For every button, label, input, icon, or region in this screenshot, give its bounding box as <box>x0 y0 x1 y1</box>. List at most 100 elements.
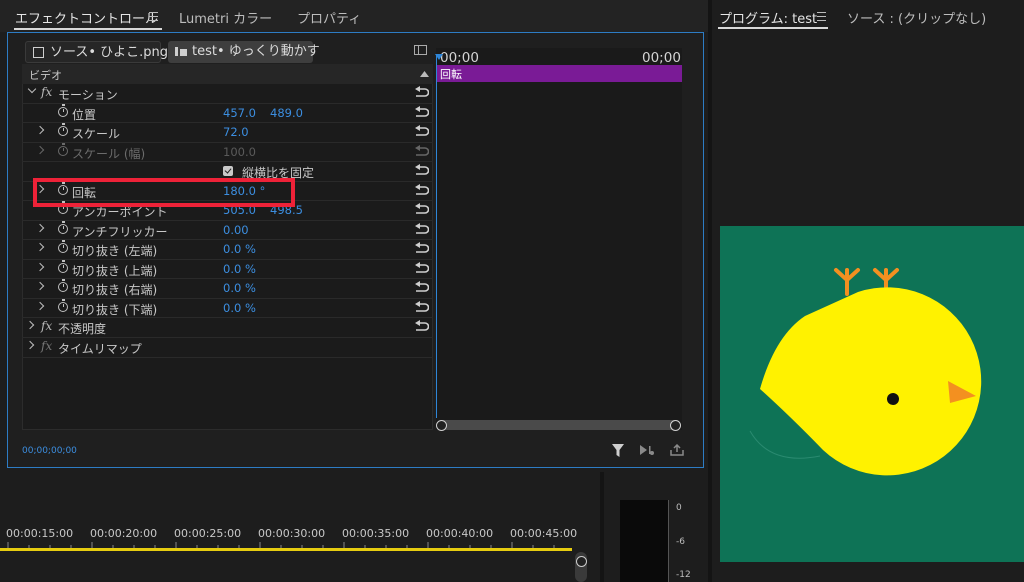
position-y-value[interactable]: 489.0 <box>270 106 303 120</box>
motion-label: モーション <box>58 88 118 102</box>
playhead-line[interactable] <box>436 54 437 418</box>
video-section-header: ビデオ <box>22 64 433 84</box>
reset-icon[interactable] <box>415 125 429 138</box>
reset-icon[interactable] <box>415 300 429 314</box>
chevron-right-icon[interactable] <box>25 320 35 330</box>
property-row-scale-width[interactable]: スケール (幅) 100.0 <box>22 142 433 162</box>
position-x-value[interactable]: 457.0 <box>223 106 256 120</box>
chevron-right-icon[interactable] <box>35 262 45 271</box>
fx-icon[interactable]: fx <box>41 319 52 333</box>
property-row-crop-left[interactable]: 切り抜き (左端) 0.0 % <box>22 240 433 260</box>
active-tab-underline <box>14 28 162 30</box>
clip-bar[interactable] <box>437 65 682 82</box>
chevron-right-icon[interactable] <box>35 242 45 252</box>
scrollbar-right-handle[interactable] <box>670 420 681 431</box>
timeline-ruler[interactable] <box>0 540 572 548</box>
play-audio-icon[interactable] <box>640 444 655 456</box>
panel-menu-icon[interactable] <box>149 12 158 21</box>
program-menu-icon[interactable] <box>817 12 826 21</box>
property-row-position[interactable]: 位置 457.0 489.0 <box>22 103 433 123</box>
property-row-antiflicker[interactable]: アンチフリッカー 0.00 <box>22 220 433 240</box>
property-row-crop-top[interactable]: 切り抜き (上端) 0.0 % <box>22 259 433 279</box>
uniform-scale-checkbox[interactable] <box>223 166 233 176</box>
playhead-marker[interactable] <box>435 54 443 60</box>
reset-icon[interactable] <box>415 164 429 177</box>
chevron-right-icon[interactable] <box>35 145 45 154</box>
stopwatch-icon[interactable] <box>58 279 68 292</box>
antiflicker-value[interactable]: 0.00 <box>223 223 249 237</box>
program-tab-underline <box>718 27 828 29</box>
timeline-tick: 00:00:20:00 <box>90 527 158 540</box>
timeline-start-timecode: 00;00 <box>440 50 479 66</box>
sequence-clip-label: test• ゆっくり動かす <box>192 44 320 59</box>
chevron-down-icon[interactable] <box>27 84 37 94</box>
fx-icon[interactable]: fx <box>41 339 52 353</box>
chevron-right-icon[interactable] <box>25 340 35 350</box>
antiflicker-label: アンチフリッカー <box>72 224 168 239</box>
reset-icon[interactable] <box>415 261 429 275</box>
stopwatch-icon[interactable] <box>58 220 68 234</box>
crop-top-value[interactable]: 0.0 % <box>223 262 256 276</box>
crop-right-value[interactable]: 0.0 % <box>223 281 256 295</box>
timeline-tick: 00:00:30:00 <box>258 527 326 540</box>
effect-timeline-area[interactable] <box>436 48 682 430</box>
tab-properties[interactable]: プロパティ <box>297 8 361 27</box>
reset-icon[interactable] <box>415 203 429 216</box>
vertical-scroll-handle[interactable] <box>576 556 587 567</box>
show-hide-timeline-icon[interactable] <box>414 45 427 55</box>
rotation-highlight-box <box>33 178 295 207</box>
tab-source-monitor[interactable]: ソース : (クリップなし) <box>847 8 986 27</box>
meter-label: -12 <box>676 570 691 580</box>
effect-controls-timecode[interactable]: 00;00;00;00 <box>22 446 77 456</box>
reset-icon[interactable] <box>415 222 429 236</box>
reset-icon[interactable] <box>415 105 429 119</box>
timeline-tick: 00:00:35:00 <box>342 527 410 540</box>
effect-row-motion[interactable]: fx モーション <box>22 84 433 104</box>
work-area-bar[interactable] <box>0 548 572 551</box>
stopwatch-icon[interactable] <box>58 298 68 312</box>
reset-icon[interactable] <box>415 281 429 294</box>
property-row-crop-right[interactable]: 切り抜き (右端) 0.0 % <box>22 279 433 299</box>
time-remap-label: タイムリマップ <box>58 342 142 356</box>
collapse-up-icon[interactable] <box>420 71 429 77</box>
audio-meter <box>620 500 668 582</box>
tab-effect-controls[interactable]: エフェクトコントロール <box>15 8 158 27</box>
stopwatch-icon[interactable] <box>58 259 68 273</box>
tab-lumetri-color[interactable]: Lumetri カラー <box>179 8 272 27</box>
chevron-right-icon[interactable] <box>35 125 45 135</box>
fx-icon[interactable]: fx <box>41 85 52 99</box>
timeline-tick: 00:00:45:00 <box>510 527 578 540</box>
panel-divider[interactable] <box>708 0 712 582</box>
source-clip-tab[interactable]: ソース• ひよこ.png <box>25 41 168 63</box>
sequence-icon <box>175 46 187 57</box>
chevron-right-icon[interactable] <box>35 223 45 232</box>
scale-width-value: 100.0 <box>223 144 256 159</box>
scale-value[interactable]: 72.0 <box>223 125 249 139</box>
stopwatch-icon[interactable] <box>58 123 68 136</box>
export-frame-icon[interactable] <box>670 444 684 456</box>
audio-meter-scale <box>668 500 669 582</box>
effect-row-time-remap[interactable]: fx タイムリマップ <box>22 338 433 358</box>
program-video-frame[interactable] <box>720 226 1024 562</box>
filter-icon[interactable] <box>612 444 624 457</box>
chevron-right-icon[interactable] <box>35 301 45 310</box>
sequence-clip-tab[interactable]: test• ゆっくり動かす <box>168 41 320 63</box>
crop-left-value[interactable]: 0.0 % <box>223 242 256 256</box>
stopwatch-icon[interactable] <box>58 103 68 117</box>
scrollbar-left-handle[interactable] <box>436 420 447 431</box>
property-row-crop-bottom[interactable]: 切り抜き (下端) 0.0 % <box>22 298 433 318</box>
property-row-scale[interactable]: スケール 72.0 <box>22 123 433 143</box>
chick-eye <box>887 393 899 405</box>
opacity-label: 不透明度 <box>58 322 107 336</box>
reset-icon[interactable] <box>415 183 429 197</box>
reset-icon[interactable] <box>415 320 429 333</box>
tab-program-monitor[interactable]: プログラム: test <box>719 8 817 27</box>
effect-row-opacity[interactable]: fx 不透明度 <box>22 318 433 338</box>
stopwatch-icon[interactable] <box>58 240 68 253</box>
reset-icon[interactable] <box>415 86 429 99</box>
timeline-zoom-scrollbar[interactable] <box>437 420 681 430</box>
crop-bottom-value[interactable]: 0.0 % <box>223 301 256 315</box>
chevron-right-icon[interactable] <box>35 281 45 291</box>
image-clip-icon <box>33 47 44 58</box>
reset-icon[interactable] <box>415 242 429 255</box>
